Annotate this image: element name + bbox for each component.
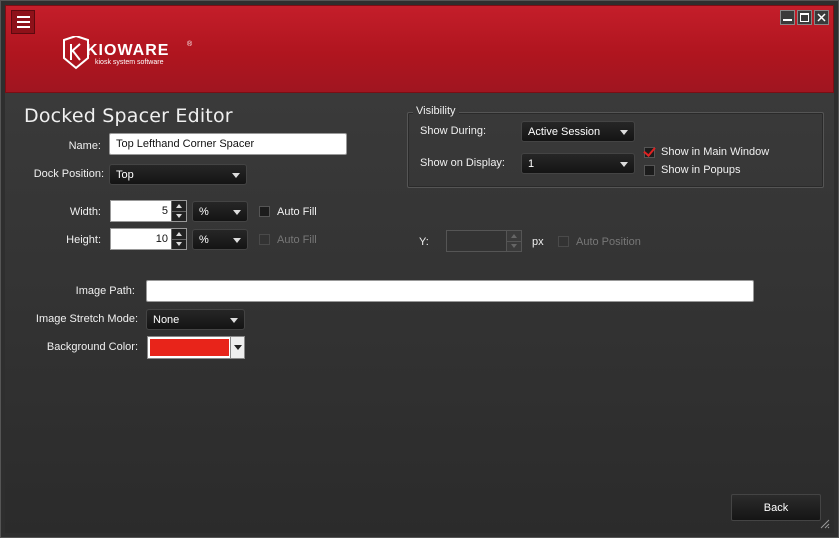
width-value: 5 xyxy=(161,205,168,217)
dock-position-label: Dock Position: xyxy=(33,168,104,180)
y-decrement-button xyxy=(506,240,521,251)
show-in-popups-checkbox[interactable] xyxy=(644,165,655,176)
height-increment-button[interactable] xyxy=(171,229,186,239)
dock-position-value: Top xyxy=(116,169,134,181)
height-label: Height: xyxy=(66,234,101,246)
name-input[interactable]: Top Lefthand Corner Spacer xyxy=(109,133,347,155)
image-path-input[interactable] xyxy=(146,280,754,302)
show-on-display-value: 1 xyxy=(528,158,535,170)
width-stepper[interactable]: 5 xyxy=(110,200,187,222)
logo-registered-mark: ® xyxy=(187,40,193,48)
y-unit-label: px xyxy=(532,236,544,248)
width-decrement-button[interactable] xyxy=(171,210,186,221)
y-stepper-buttons xyxy=(506,231,521,251)
background-color-swatch xyxy=(150,339,229,356)
visibility-group: Visibility Show During: Active Session S… xyxy=(407,105,824,188)
chevron-down-icon xyxy=(620,162,628,167)
minimize-button[interactable] xyxy=(780,10,795,25)
height-stepper[interactable]: 10 xyxy=(110,228,187,250)
hamburger-menu-button[interactable] xyxy=(11,10,35,34)
width-auto-fill-checkbox[interactable] xyxy=(259,206,270,217)
maximize-button[interactable] xyxy=(797,10,812,25)
image-stretch-mode-value: None xyxy=(153,314,180,326)
chevron-down-icon xyxy=(232,173,240,178)
height-value: 10 xyxy=(155,233,168,245)
arrow-down-icon xyxy=(176,214,182,219)
resize-grip-icon[interactable] xyxy=(818,517,830,529)
visibility-legend: Visibility xyxy=(413,105,459,117)
show-in-main-window-checkbox[interactable] xyxy=(644,147,655,158)
show-during-label: Show During: xyxy=(420,125,487,137)
height-decrement-button[interactable] xyxy=(171,238,186,249)
editor-panel: Docked Spacer Editor Name: Top Lefthand … xyxy=(5,93,834,533)
show-during-value: Active Session xyxy=(528,126,601,138)
close-button[interactable] xyxy=(814,10,829,25)
image-stretch-mode-label: Image Stretch Mode: xyxy=(35,313,138,325)
width-auto-fill-label: Auto Fill xyxy=(277,206,317,218)
back-button[interactable]: Back xyxy=(731,494,821,521)
height-stepper-buttons xyxy=(171,229,186,249)
image-stretch-mode-dropdown[interactable]: None xyxy=(146,309,245,330)
show-during-dropdown[interactable]: Active Session xyxy=(521,121,635,142)
y-label: Y: xyxy=(419,236,429,248)
image-path-label: Image Path: xyxy=(75,285,135,297)
height-auto-fill-checkbox xyxy=(259,234,270,245)
menu-icon-line xyxy=(16,26,30,28)
color-dropdown-button[interactable] xyxy=(230,337,244,358)
chevron-down-icon xyxy=(620,130,628,135)
auto-position-checkbox xyxy=(558,236,569,247)
logo-wordmark: KIOWARE xyxy=(86,42,169,59)
menu-icon-line xyxy=(16,21,30,23)
show-in-popups-label: Show in Popups xyxy=(661,164,741,176)
arrow-down-icon xyxy=(511,244,517,249)
show-on-display-label: Show on Display: xyxy=(420,157,505,169)
maximize-icon xyxy=(800,13,809,22)
header-bar: KIOWARE ® kiosk system software xyxy=(5,5,834,93)
kioware-logo: KIOWARE ® kiosk system software xyxy=(63,36,193,70)
background-color-picker[interactable] xyxy=(147,336,245,359)
page-title: Docked Spacer Editor xyxy=(24,105,233,127)
logo-tagline: kiosk system software xyxy=(95,59,164,66)
arrow-up-icon xyxy=(176,231,182,236)
chevron-down-icon xyxy=(230,318,238,323)
chevron-down-icon xyxy=(233,210,241,215)
app-window: KIOWARE ® kiosk system software Docked S… xyxy=(0,0,839,538)
y-stepper xyxy=(446,230,522,252)
close-icon xyxy=(817,13,826,22)
arrow-up-icon xyxy=(176,203,182,208)
width-stepper-buttons xyxy=(171,201,186,221)
show-in-main-window-label: Show in Main Window xyxy=(661,146,770,158)
chevron-down-icon xyxy=(233,238,241,243)
y-increment-button xyxy=(506,231,521,241)
background-color-label: Background Color: xyxy=(46,341,138,353)
minimize-icon xyxy=(783,19,792,21)
show-on-display-dropdown[interactable]: 1 xyxy=(521,153,635,174)
dock-position-dropdown[interactable]: Top xyxy=(109,164,247,185)
width-label: Width: xyxy=(69,206,101,218)
height-unit-dropdown[interactable]: % xyxy=(192,229,248,250)
height-unit-value: % xyxy=(199,234,209,246)
arrow-up-icon xyxy=(511,233,517,238)
window-controls xyxy=(780,10,829,25)
width-unit-value: % xyxy=(199,206,209,218)
menu-icon-line xyxy=(16,16,30,18)
width-increment-button[interactable] xyxy=(171,201,186,211)
auto-position-label: Auto Position xyxy=(576,236,641,248)
width-unit-dropdown[interactable]: % xyxy=(192,201,248,222)
name-label: Name: xyxy=(68,140,101,152)
arrow-down-icon xyxy=(176,242,182,247)
height-auto-fill-label: Auto Fill xyxy=(277,234,317,246)
